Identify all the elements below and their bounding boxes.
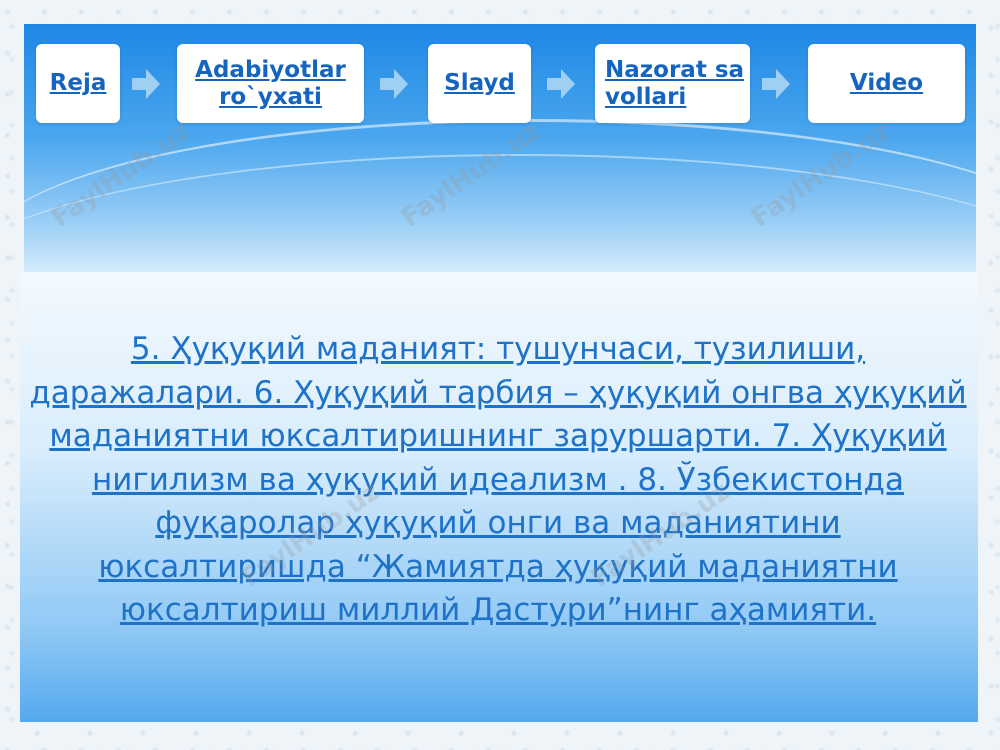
- nav-label-slayd[interactable]: Slayd: [444, 70, 515, 97]
- topic-links[interactable]: 5. Ҳуқуқий маданият: тушунчаси, тузилиши…: [29, 331, 966, 628]
- arrow-right-icon: [762, 69, 790, 99]
- nav-label-reja[interactable]: Reja: [50, 70, 107, 97]
- arrow-right-icon: [132, 69, 160, 99]
- nav-button-reja[interactable]: Reja: [36, 44, 120, 123]
- topic-list: 5. Ҳуқуқий маданият: тушунчаси, тузилиши…: [28, 328, 968, 633]
- nav-button-nazorat[interactable]: Nazorat savollari: [595, 44, 750, 123]
- nav-label-nazorat[interactable]: Nazorat savollari: [605, 57, 750, 111]
- nav-button-adabiyotlar[interactable]: Adabiyotlar ro`yxati: [177, 44, 364, 123]
- content-panel: 5. Ҳуқуқий маданият: тушунчаси, тузилиши…: [20, 272, 978, 722]
- nav-button-video[interactable]: Video: [808, 44, 965, 123]
- arrow-right-icon: [547, 69, 575, 99]
- nav-button-slayd[interactable]: Slayd: [428, 44, 531, 123]
- nav-label-adabiyotlar[interactable]: Adabiyotlar ro`yxati: [177, 57, 364, 111]
- arrow-right-icon: [380, 69, 408, 99]
- nav-label-video[interactable]: Video: [850, 70, 923, 97]
